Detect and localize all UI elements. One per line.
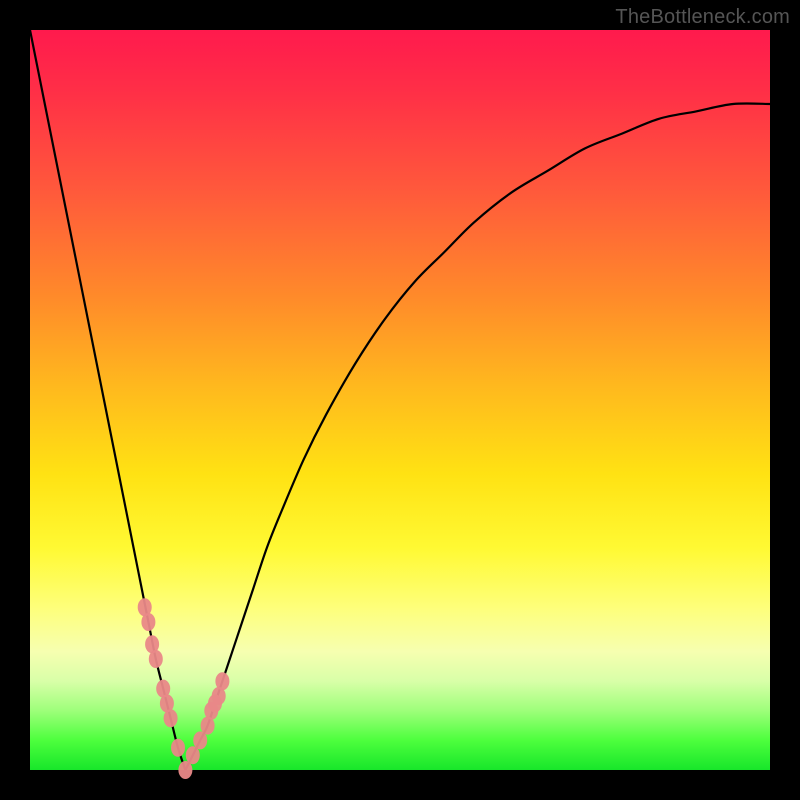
- attribution-watermark: TheBottleneck.com: [615, 6, 790, 29]
- data-marker: [164, 709, 178, 727]
- data-markers: [138, 598, 230, 779]
- data-marker: [149, 650, 163, 668]
- data-marker: [141, 613, 155, 631]
- chart-frame: TheBottleneck.com: [0, 0, 800, 800]
- data-marker: [171, 739, 185, 757]
- data-marker: [186, 746, 200, 764]
- data-marker: [193, 731, 207, 749]
- data-marker: [178, 761, 192, 779]
- bottleneck-curve: [30, 30, 770, 770]
- plot-area: [30, 30, 770, 770]
- curve-lines: [30, 30, 770, 770]
- data-marker: [215, 672, 229, 690]
- curve-right-branch: [185, 103, 770, 770]
